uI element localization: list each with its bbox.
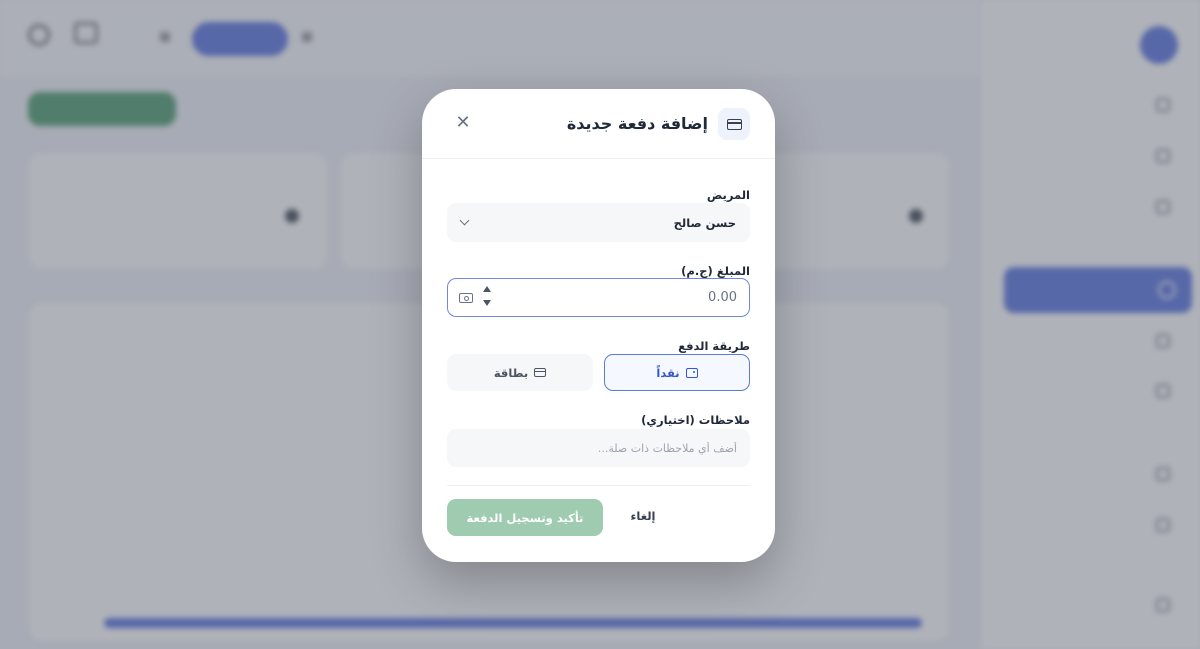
wallet-icon xyxy=(685,367,698,378)
close-icon[interactable]: ✕ xyxy=(454,113,472,133)
patient-select[interactable]: حسن صالح xyxy=(447,203,750,242)
notes-label: ملاحظات (اختياري) xyxy=(641,413,750,427)
patient-select-value: حسن صالح xyxy=(673,215,736,230)
credit-card-icon xyxy=(534,368,547,377)
amount-value: 0.00 xyxy=(708,290,737,305)
modal-title: إضافة دفعة جديدة xyxy=(566,114,708,133)
notes-field[interactable] xyxy=(447,429,750,467)
add-payment-modal: إضافة دفعة جديدة ✕ المريض حسن صالح المبل… xyxy=(422,89,775,562)
amount-label: المبلغ (ج.م) xyxy=(681,264,750,278)
money-icon xyxy=(459,293,473,303)
payment-method-cash[interactable]: نقداً xyxy=(604,354,750,391)
stepper-up-icon[interactable] xyxy=(483,286,491,292)
payment-method-card-label: بطاقة xyxy=(493,365,529,380)
stepper-down-icon[interactable] xyxy=(483,300,491,306)
payment-method-cash-label: نقداً xyxy=(656,365,680,380)
confirm-payment-button[interactable]: تأكيد وتسجيل الدفعة xyxy=(447,499,603,536)
payment-method-label: طريقة الدفع xyxy=(678,339,750,353)
footer-divider xyxy=(447,485,750,486)
cancel-button[interactable]: إلغاء xyxy=(625,509,661,527)
patient-label: المريض xyxy=(706,188,750,202)
modal-header: إضافة دفعة جديدة ✕ xyxy=(422,89,775,159)
payment-method-card[interactable]: بطاقة xyxy=(447,354,593,391)
notes-input[interactable] xyxy=(460,441,737,455)
amount-input[interactable]: 0.00 xyxy=(447,278,750,317)
number-stepper[interactable] xyxy=(482,286,492,310)
credit-card-icon xyxy=(718,108,750,140)
chevron-down-icon xyxy=(459,215,470,226)
